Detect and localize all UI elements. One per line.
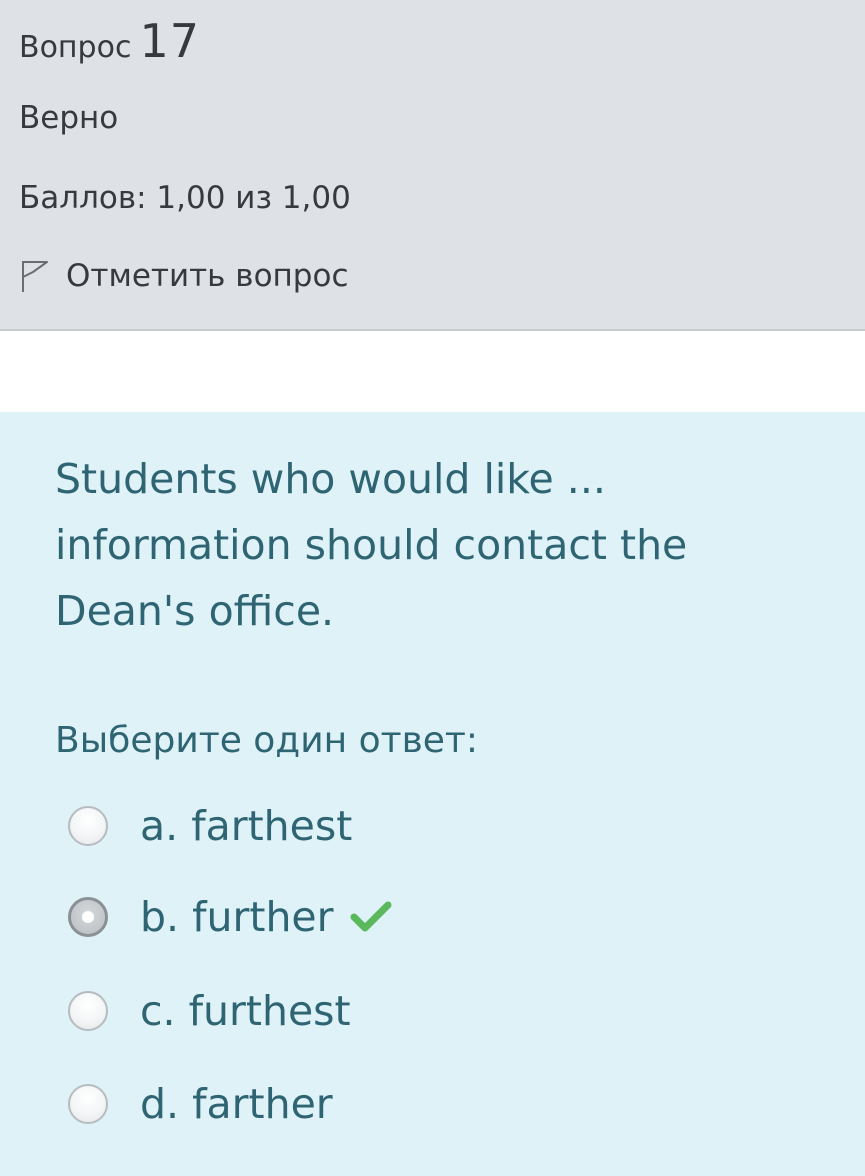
answer-a-label: a. farthest xyxy=(140,802,353,850)
checkmark-icon xyxy=(350,901,392,932)
answer-a-radio[interactable] xyxy=(68,806,108,846)
answer-option-a[interactable]: a. farthest xyxy=(68,796,352,856)
question-info-panel: Вопрос 17 Верно Баллов: 1,00 из 1,00 Отм… xyxy=(0,0,865,331)
answer-d-label: d. farther xyxy=(140,1080,333,1128)
question-text: Students who would like ... information … xyxy=(55,455,688,635)
answer-b-radio[interactable] xyxy=(68,897,108,937)
question-number: 17 xyxy=(139,14,200,68)
flag-question-link[interactable]: Отметить вопрос xyxy=(19,258,349,294)
question-label: Вопрос xyxy=(19,30,132,65)
answer-option-b[interactable]: b. further xyxy=(68,887,392,947)
flag-outline-icon xyxy=(22,261,48,292)
answer-option-d[interactable]: d. farther xyxy=(68,1074,333,1134)
answer-c-radio[interactable] xyxy=(68,991,108,1031)
answer-b-label: b. further xyxy=(140,893,334,941)
question-heading: Вопрос 17 xyxy=(19,14,200,68)
question-grade: Баллов: 1,00 из 1,00 xyxy=(19,180,351,216)
flag-question-label: Отметить вопрос xyxy=(66,258,349,294)
answer-d-radio[interactable] xyxy=(68,1084,108,1124)
answer-prompt: Выберите один ответ: xyxy=(55,720,479,761)
answer-option-c[interactable]: c. furthest xyxy=(68,981,351,1041)
answer-c-label: c. furthest xyxy=(140,987,351,1035)
question-state: Верно xyxy=(19,100,119,136)
